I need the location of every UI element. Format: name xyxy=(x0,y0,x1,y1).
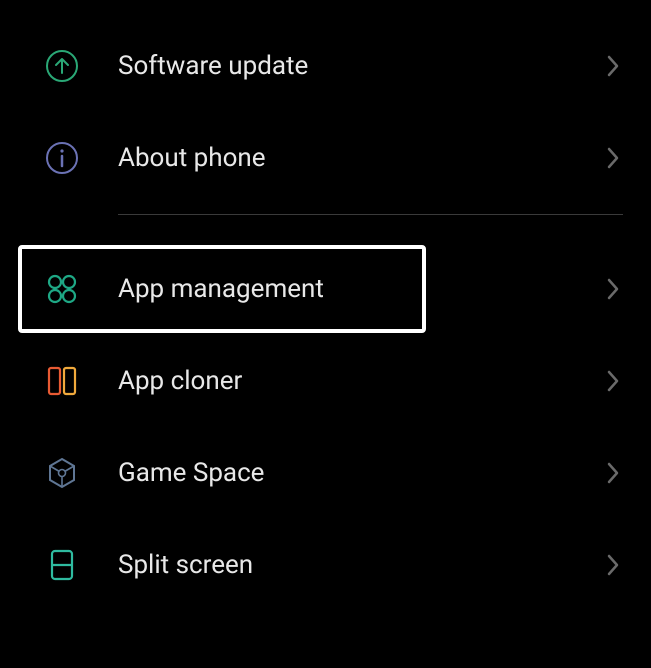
cube-icon xyxy=(44,455,80,491)
app-cloner-icon xyxy=(44,363,80,399)
arrow-up-circle-icon xyxy=(44,48,80,84)
split-screen-icon xyxy=(44,547,80,583)
settings-item-label: Game Space xyxy=(118,458,603,488)
settings-item-app-management[interactable]: App management xyxy=(0,243,651,335)
chevron-right-icon xyxy=(603,148,623,168)
settings-item-label: Software update xyxy=(118,51,603,81)
settings-item-label: App management xyxy=(118,274,603,304)
apps-grid-icon xyxy=(44,271,80,307)
settings-item-about-phone[interactable]: About phone xyxy=(0,112,651,204)
settings-item-app-cloner[interactable]: App cloner xyxy=(0,335,651,427)
section-divider xyxy=(118,214,623,215)
chevron-right-icon xyxy=(603,279,623,299)
chevron-right-icon xyxy=(603,555,623,575)
settings-item-label: App cloner xyxy=(118,366,603,396)
settings-item-software-update[interactable]: Software update xyxy=(0,20,651,112)
settings-item-label: About phone xyxy=(118,143,603,173)
settings-list: Software update About phone xyxy=(0,0,651,611)
chevron-right-icon xyxy=(603,371,623,391)
settings-item-game-space[interactable]: Game Space xyxy=(0,427,651,519)
chevron-right-icon xyxy=(603,463,623,483)
info-circle-icon xyxy=(44,140,80,176)
chevron-right-icon xyxy=(603,56,623,76)
settings-item-split-screen[interactable]: Split screen xyxy=(0,519,651,611)
settings-item-label: Split screen xyxy=(118,550,603,580)
